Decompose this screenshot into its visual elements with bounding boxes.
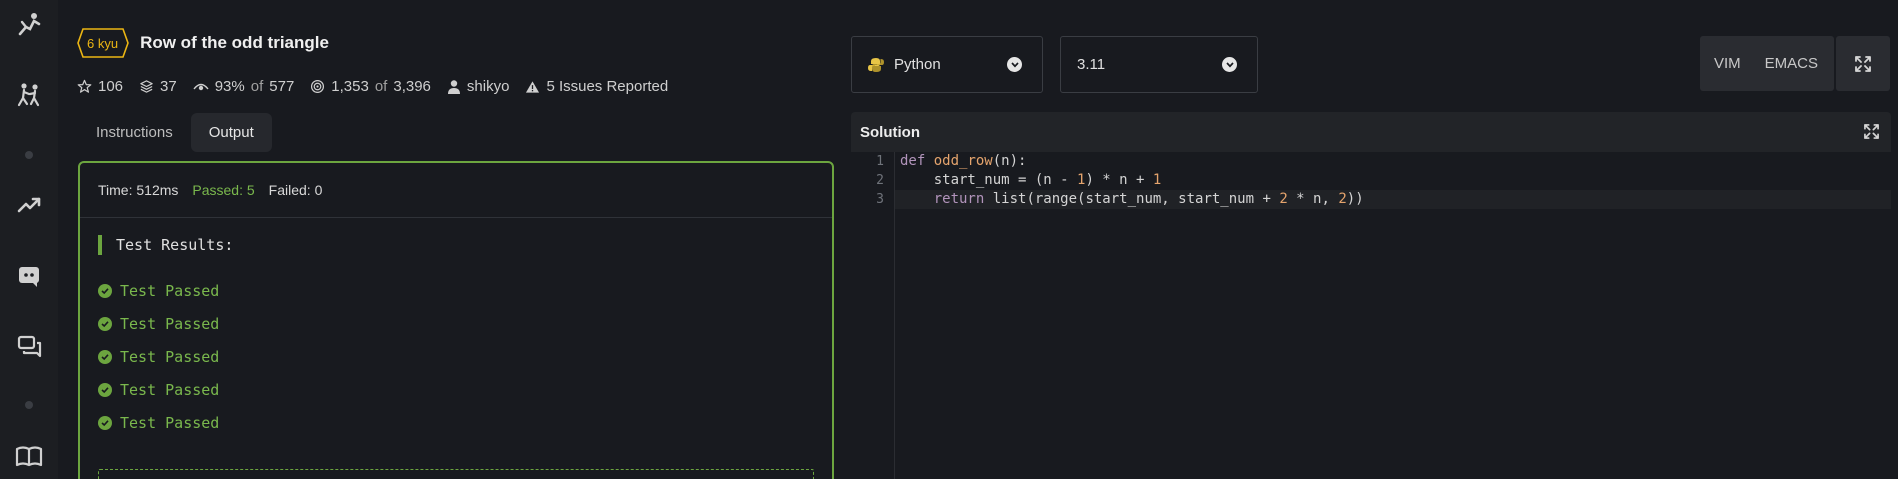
completed-of-label: of	[374, 78, 388, 95]
martial-arts-icon[interactable]	[14, 80, 44, 110]
output-dashed-box	[98, 469, 814, 479]
kata-runner-icon[interactable]	[14, 10, 44, 40]
layers-icon	[140, 80, 153, 93]
test-results-list: Test Passed Test Passed Test Passed Test…	[98, 274, 219, 440]
expand-icon[interactable]	[1864, 124, 1879, 143]
test-result-text: Test Passed	[120, 314, 220, 333]
kata-tabs: Instructions Output	[78, 113, 272, 152]
check-circle-icon	[98, 283, 112, 298]
expand-icon	[1855, 55, 1871, 72]
book-icon[interactable]	[14, 441, 44, 471]
run-time: Time: 512ms	[98, 182, 179, 198]
attempted-count: 3,396	[393, 78, 431, 95]
test-result-text: Test Passed	[120, 347, 220, 366]
author-stat[interactable]: shikyo	[447, 78, 510, 95]
solution-editor: Solution 1 2 3 def odd_row(n): start_num…	[851, 112, 1891, 479]
author-name: shikyo	[466, 78, 510, 95]
output-panel: Time: 512ms Passed: 5 Failed: 0 Test Res…	[78, 161, 834, 479]
version-value: 3.11	[1077, 56, 1106, 73]
kata-header: 6 kyu Row of the odd triangle	[77, 28, 329, 58]
editor-mode-group: VIM EMACS	[1700, 36, 1835, 91]
kata-stats: 106 37 93% of 577 1,353 of 3,396 shikyo …	[77, 78, 668, 95]
code-line[interactable]: start_num = (n - 1) * n + 1	[895, 171, 1891, 190]
line-number: 1	[876, 154, 884, 169]
trending-icon[interactable]	[14, 190, 44, 220]
language-select[interactable]: Python	[851, 36, 1043, 93]
chat-icon[interactable]	[14, 331, 44, 361]
stars-count: 106	[98, 78, 124, 95]
line-number: 2	[876, 173, 884, 188]
code-area[interactable]: def odd_row(n): start_num = (n - 1) * n …	[895, 152, 1891, 209]
passed-count: Passed: 5	[192, 182, 255, 198]
code-line[interactable]: return list(range(start_num, start_num +…	[895, 190, 1891, 209]
completion-stat: 1,353 of 3,396	[310, 78, 431, 95]
completed-count: 1,353	[331, 78, 369, 95]
test-result-text: Test Passed	[120, 414, 220, 433]
star-icon	[77, 79, 92, 93]
issues-stat[interactable]: 5 Issues Reported	[525, 78, 668, 95]
kyu-rank-text: 6 kyu	[87, 35, 119, 51]
tab-output[interactable]: Output	[190, 113, 272, 152]
emacs-mode-button[interactable]: EMACS	[1753, 36, 1834, 91]
test-result-text: Test Passed	[120, 281, 220, 300]
check-circle-icon	[98, 316, 112, 331]
chevron-down-icon	[1007, 57, 1022, 72]
test-result-item: Test Passed	[98, 374, 219, 407]
line-number: 3	[876, 192, 884, 207]
discord-icon[interactable]	[14, 261, 44, 291]
collections-count: 37	[160, 78, 177, 95]
warning-icon	[526, 80, 540, 93]
user-icon	[447, 80, 460, 94]
collections-stat[interactable]: 37	[139, 78, 177, 95]
satisfaction-percent: 93%	[214, 78, 245, 95]
output-summary: Time: 512ms Passed: 5 Failed: 0	[80, 163, 832, 218]
check-circle-icon	[98, 416, 112, 431]
eye-icon	[193, 83, 209, 90]
test-result-item: Test Passed	[98, 307, 219, 340]
editor-title: Solution	[860, 123, 920, 141]
code-line[interactable]: def odd_row(n):	[895, 152, 1891, 171]
test-results-title: Test Results:	[98, 235, 233, 255]
chevron-down-icon	[1222, 57, 1237, 72]
check-circle-icon	[98, 383, 112, 398]
check-circle-icon	[98, 349, 112, 364]
target-icon	[311, 79, 325, 94]
test-result-item: Test Passed	[98, 407, 219, 440]
test-result-item: Test Passed	[98, 274, 219, 307]
version-select[interactable]: 3.11	[1060, 36, 1258, 93]
language-value: Python	[894, 56, 941, 73]
vim-mode-button[interactable]: VIM	[1700, 36, 1753, 91]
issues-label: 5 Issues Reported	[546, 78, 669, 95]
stars-stat[interactable]: 106	[77, 78, 123, 95]
failed-count: Failed: 0	[268, 182, 323, 198]
python-icon	[868, 57, 884, 72]
tab-instructions[interactable]: Instructions	[78, 113, 191, 152]
fullscreen-button[interactable]	[1836, 36, 1890, 91]
kyu-rank-badge: 6 kyu	[77, 28, 129, 58]
rail-separator-dot	[25, 151, 33, 159]
votes-count: 577	[269, 78, 295, 95]
editor-header: Solution	[851, 112, 1891, 152]
satisfaction-stat: 93% of 577	[193, 78, 295, 95]
test-result-text: Test Passed	[120, 381, 220, 400]
line-number-gutter: 1 2 3	[851, 152, 895, 479]
kata-title[interactable]: Row of the odd triangle	[140, 33, 329, 53]
rail-separator-dot	[25, 401, 33, 409]
test-result-item: Test Passed	[98, 340, 219, 373]
left-nav-rail	[0, 0, 58, 479]
satisfaction-of-label: of	[250, 78, 264, 95]
